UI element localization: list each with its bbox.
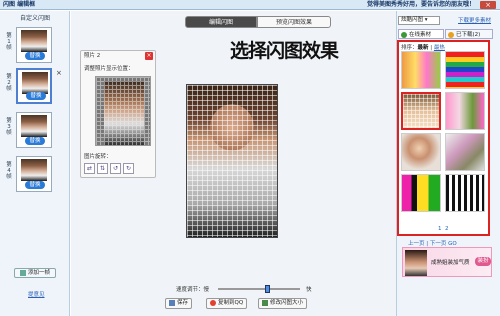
close-button[interactable]: × (480, 1, 496, 9)
tab-edit[interactable]: 编辑闪图 (185, 16, 257, 28)
frames-header: 自定义闪图 (19, 15, 50, 22)
tab-downloaded[interactable]: 已下载(2) (445, 29, 493, 39)
swap-button[interactable]: 替换 (25, 137, 45, 145)
save-icon (169, 299, 175, 306)
effect-thumb-3[interactable] (401, 92, 441, 130)
add-frame-button[interactable]: 添加一帧 (14, 268, 56, 278)
frame-label: 第4帧 (6, 162, 12, 180)
page-nav: 上一页 | 下一页 GO (408, 241, 457, 247)
resize-icon (262, 299, 268, 306)
rotate-label: 图片旋转： (84, 154, 112, 160)
page-2[interactable]: 2 (445, 226, 449, 232)
tab-downloaded-label: 已下载(2) (456, 32, 481, 38)
copy-to-qq-button[interactable]: 复制到QQ (206, 298, 248, 309)
main-preview-image (186, 84, 278, 238)
tab-online-label: 在线素材 (409, 32, 432, 38)
qq-icon (210, 299, 216, 306)
effect-thumb-7[interactable] (401, 174, 441, 212)
frame-label: 第3帧 (6, 118, 12, 136)
frame-thumbnail[interactable]: 替换 (16, 156, 52, 192)
frame-image (22, 72, 48, 94)
frame-image (21, 30, 47, 52)
category-select-value: 炫酷闪图 (401, 17, 424, 23)
frame-thumbnail[interactable]: 替换 (16, 112, 52, 148)
adjust-position-label: 调整照片显示位置： (84, 66, 134, 72)
effect-thumb-5[interactable] (401, 133, 441, 171)
frame-image (21, 115, 47, 137)
add-frame-icon (19, 269, 26, 276)
ad-text: 成熟姐装加气质 (431, 260, 470, 266)
speed-label: 速度调节：慢 (176, 287, 210, 293)
download-more-link[interactable]: 下载更多素材 (458, 16, 491, 24)
frame-thumbnail[interactable]: 替换 (16, 27, 52, 63)
sort-bar: 排序：最新 | 最热 (401, 45, 445, 51)
mosaic-effect-overlay (187, 85, 277, 237)
speed-fast-label: 快 (306, 287, 312, 293)
effects-grid: 排序：最新 | 最热 (397, 40, 490, 236)
tab-online[interactable]: 在线素材 (398, 29, 444, 39)
effect-thumb-2[interactable] (445, 51, 485, 89)
speed-slider-handle[interactable] (265, 285, 271, 293)
frame-item-1[interactable]: 第1帧 替换 (4, 27, 66, 63)
delete-frame-icon[interactable]: × (56, 69, 62, 77)
category-select[interactable]: 炫酷闪图 ▾ (398, 16, 440, 25)
photo-adjust-panel: 照片 2 × 调整照片显示位置： 图片旋转： ⇄ ⇅ ↺ ↻ (80, 50, 156, 178)
rotate-right-icon[interactable]: ↻ (123, 163, 134, 174)
save-label: 保存 (177, 300, 189, 306)
effect-thumb-6[interactable] (445, 133, 485, 171)
rotate-left-icon[interactable]: ↺ (110, 163, 121, 174)
frame-item-4[interactable]: 第4帧 替换 (4, 156, 66, 192)
add-frame-label: 添加一帧 (27, 270, 50, 276)
position-adjust-area[interactable] (95, 76, 151, 146)
effect-thumb-4[interactable] (445, 92, 485, 130)
feedback-link[interactable]: 提意见 (28, 290, 45, 298)
window-title: 闪图 编辑框 (3, 1, 36, 8)
swap-button[interactable]: 替换 (25, 181, 45, 189)
resize-button[interactable]: 修改闪图大小 (258, 298, 308, 309)
photo-panel-title: 照片 2 (84, 53, 101, 59)
mode-tabs: 编辑闪图 预览闪图效果 (185, 16, 331, 28)
speed-slider[interactable] (218, 288, 300, 290)
flip-vertical-icon[interactable]: ⇅ (97, 163, 108, 174)
swap-button[interactable]: 替换 (25, 52, 45, 60)
overlay-caption: 选择闪图效果 (230, 40, 339, 62)
ad-button[interactable]: 装扮 (475, 257, 491, 266)
frame-thumbnail[interactable]: 替换 × (16, 68, 62, 104)
frame-item-3[interactable]: 第3帧 替换 (4, 112, 66, 148)
rotate-controls: ⇄ ⇅ ↺ ↻ (84, 163, 136, 174)
close-icon[interactable]: × (145, 52, 153, 60)
window-tagline: 觉得美图秀秀好用，要告诉您的朋友哦！ (366, 1, 475, 8)
frame-label: 第1帧 (6, 33, 12, 51)
frame-item-2[interactable]: 第2帧 替换 × (4, 68, 66, 104)
page-1[interactable]: 1 (438, 226, 442, 232)
resize-label: 修改闪图大小 (270, 300, 304, 306)
frame-image (21, 159, 47, 181)
ad-banner[interactable]: 成熟姐装加气质 装扮 (402, 247, 492, 277)
effect-thumb-1[interactable] (401, 51, 441, 89)
swap-button[interactable]: 替换 (26, 92, 46, 100)
save-button[interactable]: 保存 (165, 298, 193, 309)
ad-image (405, 250, 427, 276)
effect-thumb-8[interactable] (445, 174, 485, 212)
folder-icon (448, 32, 454, 38)
crop-grid (96, 77, 150, 145)
copy-label: 复制到QQ (218, 300, 244, 306)
flip-icon[interactable]: ⇄ (84, 163, 95, 174)
frame-label: 第2帧 (6, 74, 12, 92)
pagination: 1 2 (438, 226, 449, 232)
tab-preview[interactable]: 预览闪图效果 (257, 16, 331, 28)
online-icon (401, 32, 407, 38)
